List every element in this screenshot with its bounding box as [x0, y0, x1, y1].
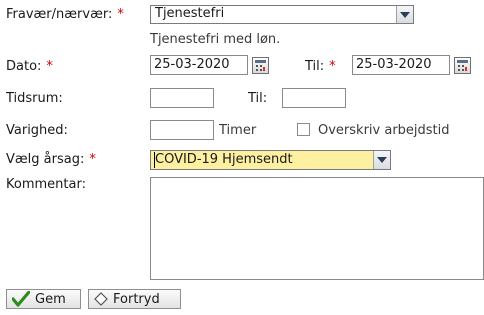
absence-select-value: Tjenestefri	[155, 6, 225, 21]
duration-label: Varighed:	[6, 123, 68, 138]
duration-unit: Timer	[219, 123, 257, 138]
chevron-down-icon[interactable]	[373, 151, 390, 169]
absence-label-text: Fravær/nærvær:	[6, 7, 113, 22]
calendar-icon[interactable]	[252, 57, 269, 74]
date-label-text: Dato:	[6, 59, 42, 74]
date-to-label: Til: *	[305, 59, 336, 75]
duration-input[interactable]	[150, 120, 214, 140]
reason-label-text: Vælg årsag:	[6, 152, 85, 167]
required-marker: *	[117, 7, 124, 22]
text-cursor	[154, 152, 155, 168]
save-button[interactable]: Gem	[6, 289, 81, 309]
comment-textarea[interactable]	[150, 177, 484, 280]
absence-select[interactable]: Tjenestefri	[150, 5, 414, 24]
required-marker: *	[329, 59, 336, 74]
date-to-label-text: Til:	[305, 59, 325, 74]
diamond-icon	[94, 292, 108, 306]
reason-label: Vælg årsag: *	[6, 152, 96, 168]
date-from-input[interactable]: 25-03-2020	[150, 55, 248, 75]
save-button-label: Gem	[35, 291, 66, 307]
reason-select-value: COVID-19 Hjemsendt	[155, 152, 293, 167]
timespan-to-label: Til:	[248, 91, 268, 106]
cancel-button-label: Fortryd	[113, 291, 160, 307]
cancel-button[interactable]: Fortryd	[88, 289, 181, 309]
checkmark-icon	[12, 291, 30, 307]
override-worktime-checkbox[interactable]	[297, 123, 310, 136]
chevron-down-icon[interactable]	[396, 6, 413, 23]
timespan-to-input[interactable]	[282, 88, 346, 108]
date-to-input[interactable]: 25-03-2020	[352, 55, 450, 75]
comment-label: Kommentar:	[6, 177, 86, 192]
override-worktime-label: Overskriv arbejdstid	[318, 123, 450, 138]
date-label: Dato: *	[6, 59, 53, 75]
reason-select[interactable]: COVID-19 Hjemsendt	[150, 150, 391, 170]
timespan-label: Tidsrum:	[6, 91, 63, 106]
required-marker: *	[89, 152, 96, 167]
required-marker: *	[46, 59, 53, 74]
calendar-icon[interactable]	[454, 57, 471, 74]
absence-description: Tjenestefri med løn.	[150, 32, 281, 47]
timespan-from-input[interactable]	[150, 88, 214, 108]
absence-label: Fravær/nærvær: *	[6, 7, 124, 23]
